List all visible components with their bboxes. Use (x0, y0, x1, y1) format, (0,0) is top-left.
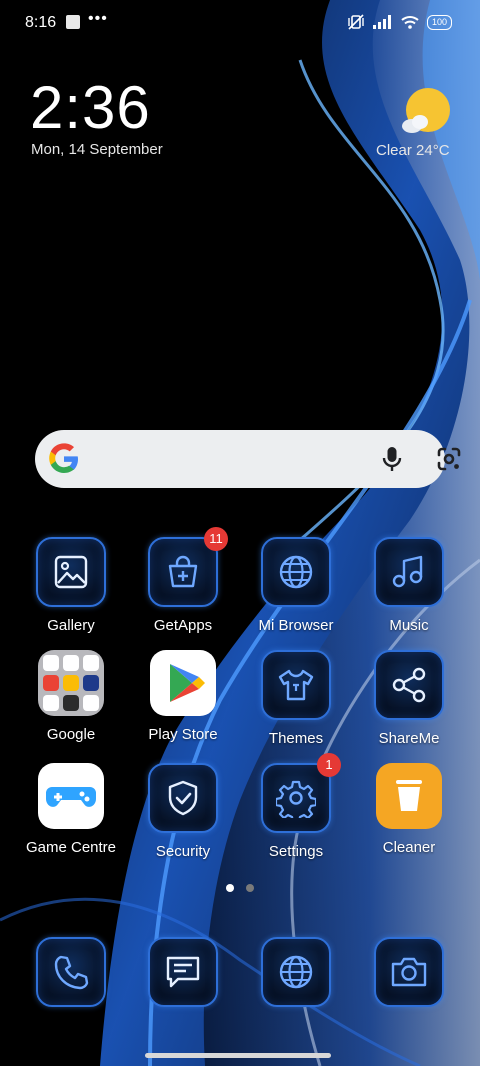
app-label: ShareMe (378, 730, 440, 747)
app-security[interactable]: Security (128, 763, 238, 860)
clock-time[interactable]: 2:36 (30, 78, 151, 138)
page-indicator-1[interactable] (226, 884, 234, 892)
app-play-store[interactable]: Play Store (128, 650, 238, 743)
share-icon (374, 650, 444, 720)
app-label: Mi Browser (258, 617, 334, 634)
lens-camera-icon[interactable] (435, 446, 463, 472)
app-label: Google (46, 726, 96, 743)
wifi-icon (401, 16, 419, 29)
status-icons: 100 (347, 14, 452, 30)
shopping-bag-icon: 11 (148, 527, 228, 607)
app-themes[interactable]: Themes (241, 650, 351, 747)
dock-camera[interactable] (354, 937, 464, 1007)
globe-icon (261, 537, 331, 607)
battery-indicator: 100 (426, 14, 452, 30)
trash-icon (376, 763, 442, 829)
gesture-home-bar[interactable] (145, 1053, 331, 1058)
clock-date[interactable]: Mon, 14 September (31, 141, 163, 158)
google-folder-icon (38, 650, 104, 716)
google-logo-icon (49, 443, 78, 473)
app-google-folder[interactable]: Google (16, 650, 126, 743)
wallpaper (0, 0, 480, 1066)
google-search-bar[interactable] (35, 430, 461, 488)
status-time: 8:16 (25, 14, 57, 31)
shield-check-icon (148, 763, 218, 833)
app-label: Gallery (47, 617, 95, 634)
page-indicator-2[interactable] (246, 884, 254, 892)
dock-messages[interactable] (128, 937, 238, 1007)
weather-text[interactable]: Clear 24°C (376, 142, 450, 159)
app-music[interactable]: Music (354, 537, 464, 634)
music-note-icon (374, 537, 444, 607)
weather-sunny-cloud-icon[interactable] (400, 88, 452, 140)
app-label: Cleaner (382, 839, 436, 856)
app-cleaner[interactable]: Cleaner (354, 763, 464, 856)
app-label: GetApps (153, 617, 213, 634)
dock-browser[interactable] (241, 937, 351, 1007)
vibrate-off-icon (348, 14, 364, 30)
app-label: Settings (268, 843, 324, 860)
more-notifications-icon: ••• (88, 10, 108, 27)
mic-icon[interactable] (377, 444, 407, 474)
tshirt-icon (261, 650, 331, 720)
signal-icon (372, 15, 391, 29)
notification-badge: 11 (204, 527, 228, 551)
app-settings[interactable]: 1 Settings (241, 753, 351, 860)
app-label: Themes (268, 730, 324, 747)
app-label: Security (155, 843, 211, 860)
app-getapps[interactable]: 11 GetApps (128, 527, 238, 634)
app-label: Game Centre (25, 839, 117, 856)
dock-phone[interactable] (16, 937, 126, 1007)
phone-icon (36, 937, 106, 1007)
app-gallery[interactable]: Gallery (16, 537, 126, 634)
app-shareme[interactable]: ShareMe (354, 650, 464, 747)
gamepad-icon (38, 763, 104, 829)
app-label: Play Store (148, 726, 218, 743)
camera-icon (374, 937, 444, 1007)
messages-icon (148, 937, 218, 1007)
app-game-centre[interactable]: Game Centre (16, 763, 126, 856)
gallery-icon (36, 537, 106, 607)
app-mi-browser[interactable]: Mi Browser (241, 537, 351, 634)
notification-badge: 1 (317, 753, 341, 777)
browser-icon (261, 937, 331, 1007)
play-store-icon (150, 650, 216, 716)
gear-icon: 1 (261, 753, 341, 833)
notification-icon (66, 15, 80, 29)
app-label: Music (389, 617, 429, 634)
